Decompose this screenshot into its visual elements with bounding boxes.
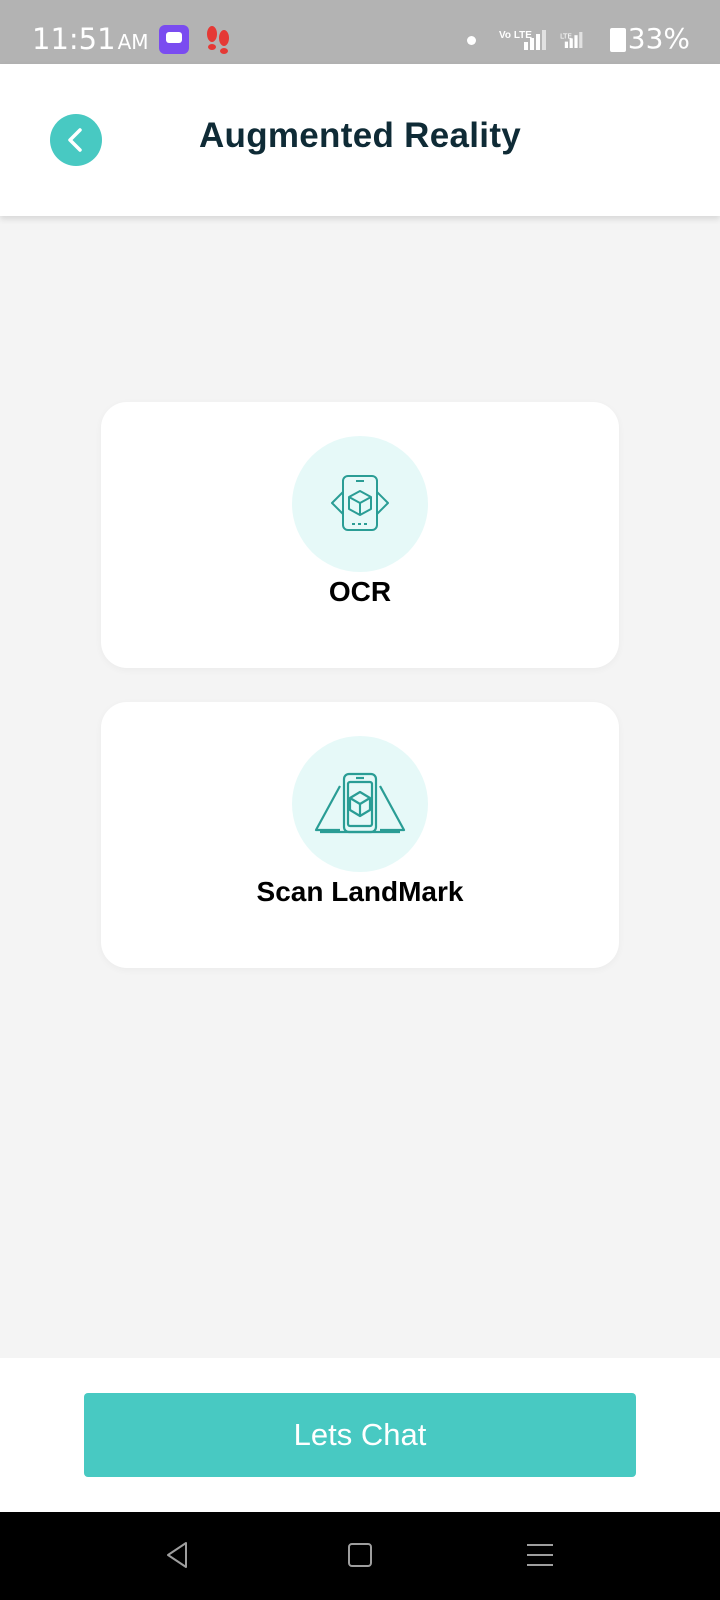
chat-notification-icon bbox=[159, 25, 189, 54]
nav-home-icon[interactable] bbox=[345, 1540, 375, 1570]
lets-chat-button[interactable]: Lets Chat bbox=[84, 1393, 636, 1477]
ocr-option-card[interactable]: OCR bbox=[101, 402, 619, 668]
signal-icon bbox=[524, 30, 546, 50]
ocr-icon-circle bbox=[292, 436, 428, 572]
nav-menu-icon[interactable] bbox=[525, 1540, 555, 1570]
clock-time: 11:51 bbox=[32, 22, 116, 56]
status-bar: 11:51 AM Vo LTE LTE 33% bbox=[0, 0, 720, 64]
ar-phone-cube-icon bbox=[331, 475, 389, 531]
notification-dot-icon bbox=[467, 36, 476, 45]
scan-landmark-option-label: Scan LandMark bbox=[256, 876, 464, 907]
battery-icon bbox=[610, 28, 626, 52]
landmark-icon-circle bbox=[292, 736, 428, 872]
system-nav-bar bbox=[0, 1512, 720, 1600]
lte-signal-icon: LTE bbox=[560, 31, 583, 48]
status-time: 11:51 AM bbox=[32, 22, 149, 56]
app-bar: Augmented Reality bbox=[0, 64, 720, 216]
clock-ampm: AM bbox=[117, 30, 149, 54]
scan-landmark-option-card[interactable]: Scan LandMark bbox=[101, 702, 619, 968]
footsteps-icon bbox=[207, 26, 229, 54]
landmark-scan-icon bbox=[314, 772, 406, 834]
battery-percent: 33% bbox=[627, 22, 690, 55]
bottom-panel: Lets Chat bbox=[0, 1358, 720, 1512]
screen: 11:51 AM Vo LTE LTE 33% Augmented Realit… bbox=[0, 0, 720, 1600]
page-title: Augmented Reality bbox=[198, 116, 522, 155]
ocr-option-label: OCR bbox=[328, 576, 392, 607]
nav-back-icon[interactable] bbox=[162, 1540, 192, 1570]
